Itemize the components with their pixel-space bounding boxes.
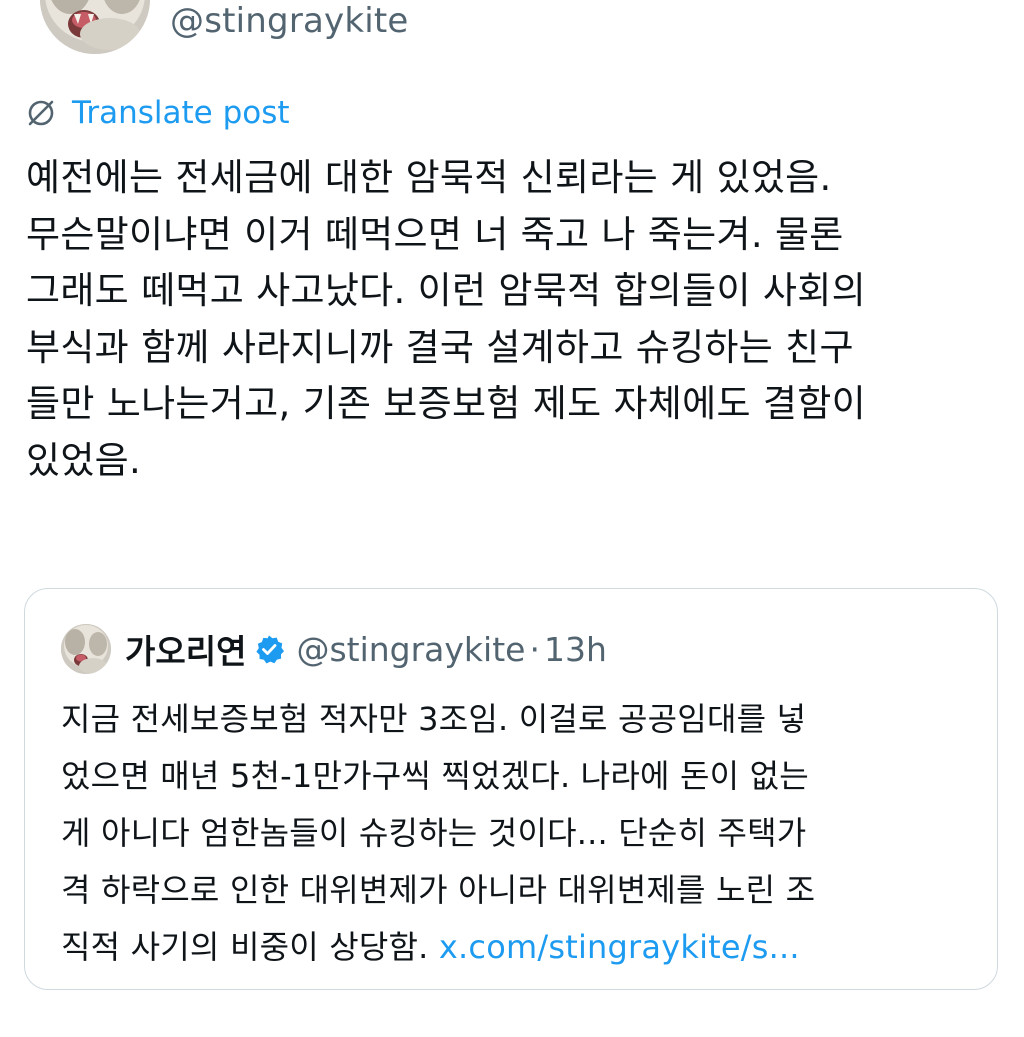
quoted-post-text: 지금 전세보증보험 적자만 3조임. 이걸로 공공임대를 넣 었으면 매년 5천…	[61, 691, 981, 976]
quoted-text-line: 었으면 매년 5천-1만가구씩 찍었겠다. 나라에 돈이 없는	[61, 757, 809, 795]
quoted-text-line: 직적 사기의 비중이 상당함.	[61, 928, 429, 966]
translate-post-button[interactable]: Translate post	[24, 93, 290, 133]
quoted-post-avatar[interactable]	[61, 624, 111, 674]
post-text-line: 예전에는 전세금에 대한 암묵적 신뢰라는 게 있었음.	[26, 156, 832, 199]
quoted-text-line: 게 아니다 엄한놈들이 슈킹하는 것이다... 단순히 주택가	[61, 814, 807, 852]
verified-badge-icon	[256, 635, 285, 664]
cat-avatar-image	[40, 0, 150, 54]
quoted-post-author-name[interactable]: 가오리연	[125, 625, 246, 673]
post-text-line: 들만 노나는거고, 기존 보증보험 제도 자체에도 결함이	[26, 382, 866, 425]
post-text-line: 무슨말이냐면 이거 떼먹으면 너 죽고 나 죽는겨. 물론	[26, 212, 844, 256]
quoted-post-link[interactable]: x.com/stingraykite/s...	[439, 928, 800, 966]
quoted-post-card[interactable]: 가오리연 @stingraykite · 13h 지금 전세보증보험 적자만 3…	[24, 588, 998, 990]
quoted-post-header: 가오리연 @stingraykite · 13h	[61, 619, 607, 679]
avatar[interactable]	[40, 0, 150, 54]
post-text-line: 있었음.	[26, 438, 142, 482]
globe-slash-icon	[28, 100, 54, 126]
post-text-line: 부식과 함께 사라지니까 결국 설계하고 슈킹하는 친구	[26, 325, 854, 369]
quoted-post-handle[interactable]: @stingraykite	[296, 630, 525, 669]
post-text: 예전에는 전세금에 대한 암묵적 신뢰라는 게 있었음. 무슨말이냐면 이거 떼…	[26, 150, 1011, 489]
cat-avatar-image	[61, 624, 111, 674]
quoted-text-line: 지금 전세보증보험 적자만 3조임. 이걸로 공공임대를 넣	[61, 700, 807, 738]
translate-post-label: Translate post	[72, 95, 290, 131]
post-text-line: 그래도 떼먹고 사고났다. 이런 암묵적 합의들이 사회의	[26, 269, 866, 312]
quoted-text-last-line: 직적 사기의 비중이 상당함. x.com/stingraykite/s...	[61, 919, 981, 976]
meta-separator: ·	[529, 629, 540, 669]
post-author-handle[interactable]: @stingraykite	[170, 0, 409, 44]
quoted-post-time[interactable]: 13h	[544, 630, 607, 669]
quoted-text-line: 격 하락으로 인한 대위변제가 아니라 대위변제를 노린 조	[61, 871, 816, 909]
